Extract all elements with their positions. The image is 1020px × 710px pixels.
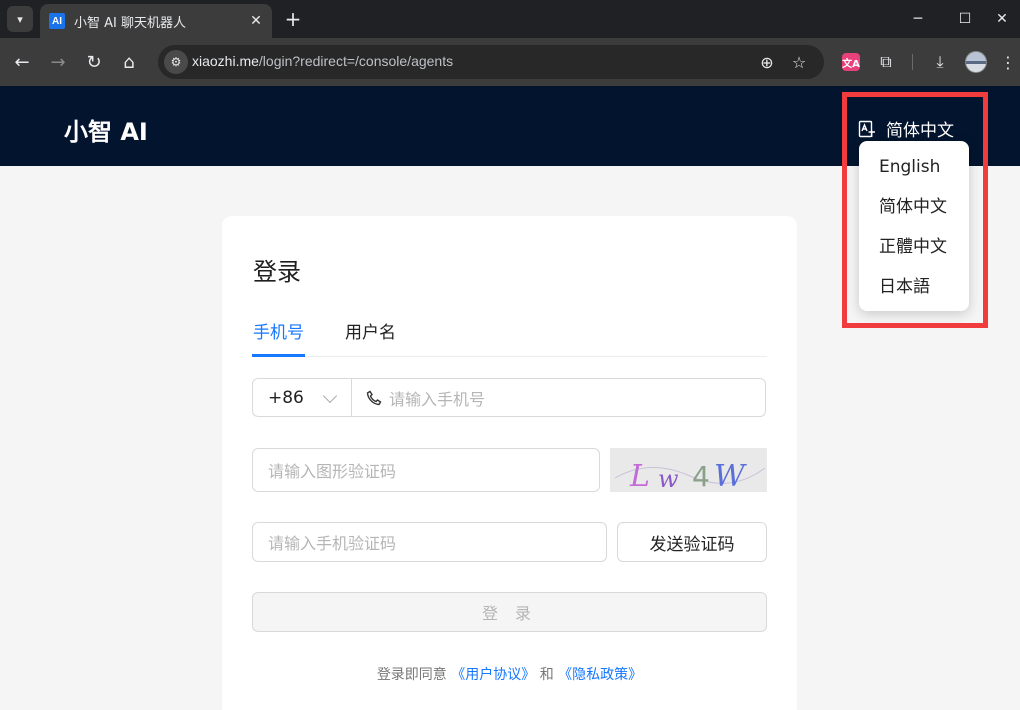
user-agreement-link[interactable]: 《用户协议》 bbox=[451, 667, 535, 683]
site-info-icon[interactable]: ⚙ bbox=[164, 50, 188, 74]
download-icon[interactable]: ⤓ bbox=[928, 50, 952, 74]
captcha-char-1: L bbox=[629, 459, 650, 492]
login-card: 登录 手机号 用户名 +86 请输入手机号 请输入图形验证码 L w 4 W 请… bbox=[222, 216, 797, 710]
favicon-icon: AI bbox=[49, 13, 65, 29]
window-close-icon[interactable]: ✕ bbox=[987, 6, 1017, 32]
captcha-placeholder: 请输入图形验证码 bbox=[268, 462, 397, 481]
login-button[interactable]: 登 录 bbox=[252, 592, 767, 632]
country-code-select[interactable]: +86 bbox=[252, 378, 352, 417]
back-arrow-icon[interactable]: ← bbox=[8, 48, 36, 76]
window-maximize-icon[interactable]: ☐ bbox=[950, 6, 980, 32]
tab-close-icon[interactable]: ✕ bbox=[246, 11, 266, 31]
translate-extension-icon[interactable]: 文A bbox=[842, 53, 860, 71]
language-option-traditional-chinese[interactable]: 正體中文 bbox=[859, 227, 969, 267]
language-option-english[interactable]: English bbox=[859, 147, 969, 187]
tab-username[interactable]: 用户名 bbox=[345, 318, 396, 343]
reload-icon[interactable]: ↻ bbox=[80, 48, 108, 76]
profile-avatar[interactable] bbox=[965, 51, 987, 73]
sms-code-input[interactable]: 请输入手机验证码 bbox=[252, 522, 607, 562]
privacy-policy-link[interactable]: 《隐私政策》 bbox=[558, 667, 642, 683]
tab-phone[interactable]: 手机号 bbox=[253, 318, 304, 343]
login-title: 登录 bbox=[253, 258, 301, 286]
send-code-button[interactable]: 发送验证码 bbox=[617, 522, 767, 562]
agreement-prefix: 登录即同意 bbox=[376, 667, 447, 683]
address-bar[interactable]: ⚙ xiaozhi.me/login?redirect=/console/age… bbox=[158, 45, 824, 79]
agreement-text: 登录即同意 《用户协议》 和 《隐私政策》 bbox=[222, 664, 797, 684]
browser-tab-bar: ▾ AI 小智 AI 聊天机器人 ✕ + ─ ☐ ✕ bbox=[0, 0, 1020, 38]
tab-search-chevron-icon[interactable]: ▾ bbox=[7, 6, 33, 32]
captcha-char-2: w bbox=[658, 465, 679, 492]
captcha-input[interactable]: 请输入图形验证码 bbox=[252, 448, 600, 492]
current-language-label: 简体中文 bbox=[886, 121, 954, 141]
tabs-divider bbox=[252, 356, 767, 357]
country-code-value: +86 bbox=[268, 388, 304, 408]
zoom-icon[interactable]: ⊕ bbox=[756, 51, 778, 73]
phone-icon bbox=[366, 390, 382, 406]
new-tab-plus-icon[interactable]: + bbox=[282, 7, 304, 31]
browser-toolbar: ← → ↻ ⌂ ⚙ xiaozhi.me/login?redirect=/con… bbox=[0, 38, 1020, 86]
url-path: /login?redirect=/console/agents bbox=[258, 53, 454, 69]
language-icon bbox=[858, 120, 875, 137]
home-icon[interactable]: ⌂ bbox=[115, 48, 143, 76]
extensions-puzzle-icon[interactable]: ⧉ bbox=[874, 50, 898, 74]
phone-placeholder: 请输入手机号 bbox=[389, 389, 486, 409]
language-switcher[interactable]: 简体中文 bbox=[858, 116, 954, 141]
captcha-char-3: 4 bbox=[692, 460, 710, 492]
chevron-down-icon bbox=[322, 388, 338, 404]
browser-menu-icon[interactable]: ⋮ bbox=[996, 50, 1020, 74]
toolbar-divider bbox=[912, 54, 913, 70]
agreement-and: 和 bbox=[539, 667, 554, 683]
sms-placeholder: 请输入手机验证码 bbox=[268, 534, 397, 553]
captcha-char-4: W bbox=[714, 459, 747, 492]
language-option-simplified-chinese[interactable]: 简体中文 bbox=[859, 187, 969, 227]
browser-tab-active[interactable]: AI 小智 AI 聊天机器人 ✕ bbox=[40, 4, 272, 38]
language-option-japanese[interactable]: 日本語 bbox=[859, 267, 969, 307]
url-host: xiaozhi.me bbox=[192, 53, 259, 69]
forward-arrow-icon[interactable]: → bbox=[44, 48, 72, 76]
bookmark-star-icon[interactable]: ☆ bbox=[788, 51, 810, 73]
captcha-image[interactable]: L w 4 W bbox=[610, 448, 767, 492]
brand-logo-text[interactable]: 小智 AI bbox=[64, 112, 148, 147]
captcha-graphic: L w 4 W bbox=[614, 459, 766, 492]
active-tab-indicator bbox=[252, 354, 305, 357]
language-dropdown-menu: English 简体中文 正體中文 日本語 bbox=[859, 141, 969, 311]
phone-input[interactable]: 请输入手机号 bbox=[351, 378, 766, 417]
url-text[interactable]: xiaozhi.me/login?redirect=/console/agent… bbox=[192, 53, 453, 69]
tab-title: 小智 AI 聊天机器人 bbox=[74, 15, 186, 31]
window-minimize-icon[interactable]: ─ bbox=[903, 6, 933, 32]
